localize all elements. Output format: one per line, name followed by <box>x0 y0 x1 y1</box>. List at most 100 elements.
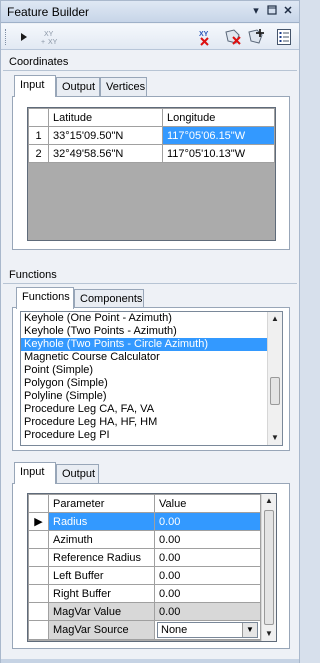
magvar-source-dropdown[interactable]: None ▼ <box>157 622 258 638</box>
latitude-column-header[interactable]: Latitude <box>48 108 163 127</box>
tab-parameters-output[interactable]: Output <box>56 464 99 484</box>
parameter-name-cell[interactable]: Radius <box>48 512 155 531</box>
tab-components[interactable]: Components <box>74 289 144 309</box>
coordinates-header-row: Latitude Longitude <box>28 108 275 127</box>
coordinates-panel: Latitude Longitude 1 33°15'09.50"N 117°0… <box>12 96 290 250</box>
parameter-name-cell: MagVar Source <box>48 620 155 640</box>
pin-icon[interactable] <box>265 4 279 18</box>
list-item[interactable]: Procedure Leg CA, FA, VA <box>21 403 282 416</box>
list-item[interactable]: Keyhole (Two Points - Azimuth) <box>21 325 282 338</box>
functions-scrollbar[interactable]: ▲ ▼ <box>267 312 282 445</box>
parameter-name-cell: MagVar Value <box>48 602 155 621</box>
scroll-down-icon[interactable]: ▼ <box>268 431 282 445</box>
functions-list[interactable]: Keyhole (One Point - Azimuth) Keyhole (T… <box>20 311 283 446</box>
parameter-value-cell[interactable]: 0.00 <box>154 512 261 531</box>
row-header[interactable] <box>28 584 49 603</box>
parameter-value-cell[interactable]: 0.00 <box>154 530 261 549</box>
scroll-thumb[interactable] <box>264 510 274 625</box>
tab-coordinates-vertices[interactable]: Vertices <box>100 77 147 97</box>
svg-text:XY: XY <box>199 31 209 38</box>
clear-xy-icon[interactable]: XY <box>195 27 215 47</box>
longitude-cell[interactable]: 117°05'06.15"W <box>162 126 275 145</box>
parameter-value-cell[interactable]: 0.00 <box>154 584 261 603</box>
window-title: Feature Builder <box>7 5 90 19</box>
tab-functions[interactable]: Functions <box>16 287 74 309</box>
parameters-header-row: Parameter Value <box>28 494 261 513</box>
list-item[interactable]: Point (Simple) <box>21 364 282 377</box>
table-row[interactable]: 2 32°49'58.56"N 117°05'10.13"W <box>28 144 275 163</box>
row-header[interactable] <box>28 602 49 621</box>
current-row-icon: ▶ <box>28 512 49 531</box>
row-header[interactable] <box>28 548 49 567</box>
table-row[interactable]: ▶ Radius 0.00 <box>28 512 261 531</box>
close-icon[interactable]: ✕ <box>281 4 295 18</box>
row-header[interactable] <box>28 566 49 585</box>
svg-text:XY: XY <box>48 39 58 45</box>
svg-text:XY: XY <box>44 31 54 38</box>
tab-coordinates-output[interactable]: Output <box>56 77 100 97</box>
parameter-name-cell[interactable]: Right Buffer <box>48 584 155 603</box>
row-header[interactable] <box>28 620 49 640</box>
row-index[interactable]: 2 <box>28 144 49 163</box>
parameters-panel: Parameter Value ▶ Radius 0.00 Azimuth 0.… <box>12 483 290 649</box>
parameter-value-cell: 0.00 <box>154 602 261 621</box>
parameter-column-header[interactable]: Parameter <box>48 494 155 513</box>
tab-coordinates-input[interactable]: Input <box>14 75 56 97</box>
row-header-corner <box>28 494 49 513</box>
list-item[interactable]: Keyhole (One Point - Azimuth) <box>21 312 282 325</box>
coordinates-grid[interactable]: Latitude Longitude 1 33°15'09.50"N 117°0… <box>27 107 276 241</box>
table-row[interactable]: Right Buffer 0.00 <box>28 584 261 603</box>
row-header[interactable] <box>28 530 49 549</box>
scroll-thumb[interactable] <box>270 377 280 405</box>
chevron-down-icon[interactable]: ▼ <box>242 623 257 637</box>
resize-handle[interactable] <box>1 659 299 663</box>
parameter-name-cell[interactable]: Azimuth <box>48 530 155 549</box>
select-arrow-icon[interactable] <box>14 27 34 47</box>
table-row[interactable]: MagVar Value 0.00 <box>28 602 261 621</box>
parameter-value-cell[interactable]: 0.00 <box>154 548 261 567</box>
table-row[interactable]: MagVar Source None ▼ <box>28 620 261 640</box>
longitude-column-header[interactable]: Longitude <box>162 108 275 127</box>
properties-icon[interactable] <box>274 27 294 47</box>
parameters-grid[interactable]: Parameter Value ▶ Radius 0.00 Azimuth 0.… <box>27 493 277 642</box>
row-header-corner <box>28 108 49 127</box>
divider <box>3 283 297 284</box>
value-column-header[interactable]: Value <box>154 494 261 513</box>
row-index[interactable]: 1 <box>28 126 49 145</box>
list-item[interactable]: Magnetic Course Calculator <box>21 351 282 364</box>
add-feature-icon[interactable] <box>246 27 266 47</box>
parameter-name-cell[interactable]: Left Buffer <box>48 566 155 585</box>
toolbar-grip[interactable] <box>5 29 8 45</box>
magvar-source-cell[interactable]: None ▼ <box>154 620 261 640</box>
functions-label: Functions <box>9 269 57 281</box>
latitude-cell[interactable]: 33°15'09.50"N <box>48 126 163 145</box>
title-bar[interactable]: Feature Builder ▾ ✕ <box>1 1 299 23</box>
longitude-cell[interactable]: 117°05'10.13"W <box>162 144 275 163</box>
scroll-up-icon[interactable]: ▲ <box>262 494 276 508</box>
toolbar: XY + XY XY <box>1 24 299 50</box>
xy-to-xy-icon[interactable]: XY + XY <box>39 27 63 47</box>
dropdown-icon[interactable]: ▾ <box>249 4 263 18</box>
parameter-value-cell[interactable]: 0.00 <box>154 566 261 585</box>
delete-feature-icon[interactable] <box>223 27 243 47</box>
table-row[interactable]: Reference Radius 0.00 <box>28 548 261 567</box>
list-item-selected[interactable]: Keyhole (Two Points - Circle Azimuth) <box>21 338 282 351</box>
table-row[interactable]: Azimuth 0.00 <box>28 530 261 549</box>
parameters-scrollbar[interactable]: ▲ ▼ <box>261 494 276 641</box>
list-item[interactable]: Polygon (Simple) <box>21 377 282 390</box>
parameter-name-cell[interactable]: Reference Radius <box>48 548 155 567</box>
table-row[interactable]: 1 33°15'09.50"N 117°05'06.15"W <box>28 126 275 145</box>
scroll-up-icon[interactable]: ▲ <box>268 312 282 326</box>
functions-panel: Keyhole (One Point - Azimuth) Keyhole (T… <box>12 307 290 451</box>
coordinates-label: Coordinates <box>9 56 69 68</box>
list-item[interactable]: Procedure Leg HA, HF, HM <box>21 416 282 429</box>
list-item[interactable]: Polyline (Simple) <box>21 390 282 403</box>
latitude-cell[interactable]: 32°49'58.56"N <box>48 144 163 163</box>
table-row[interactable]: Left Buffer 0.00 <box>28 566 261 585</box>
svg-text:+: + <box>41 39 45 45</box>
list-item[interactable]: Procedure Leg PI <box>21 429 282 442</box>
tab-parameters-input[interactable]: Input <box>14 462 56 484</box>
magvar-source-value: None <box>161 624 188 636</box>
divider <box>3 70 297 71</box>
scroll-down-icon[interactable]: ▼ <box>262 627 276 641</box>
